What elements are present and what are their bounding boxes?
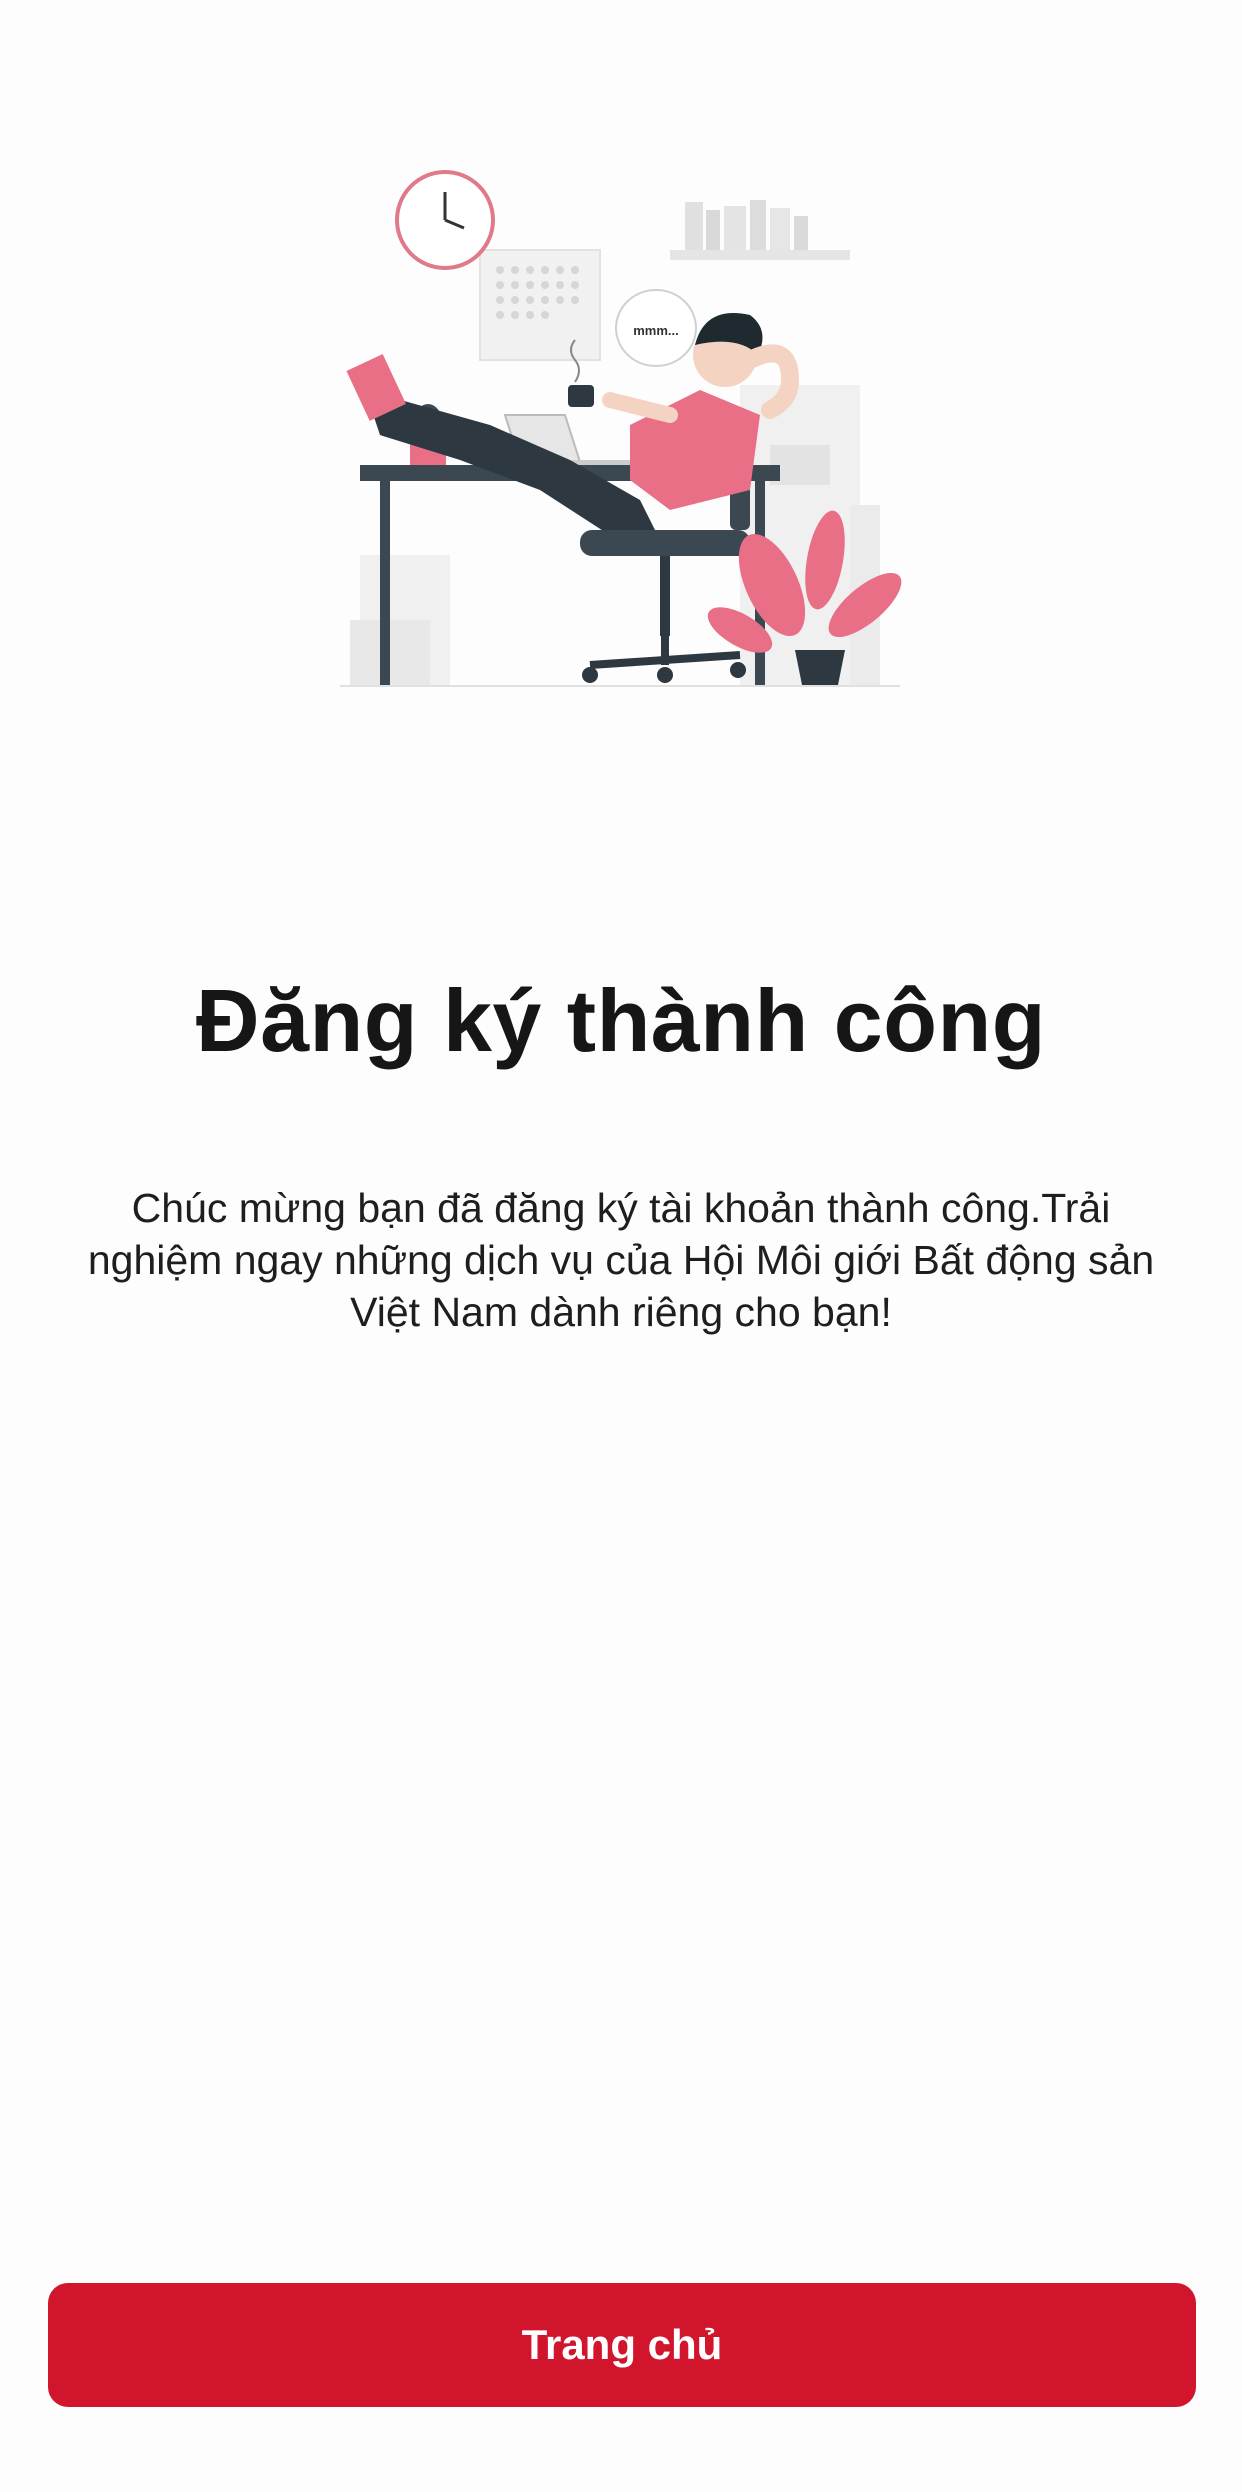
success-illustration: mmm...	[340, 160, 920, 700]
home-button[interactable]: Trang chủ	[48, 2283, 1196, 2407]
success-message: Chúc mừng bạn đã đăng ký tài khoản thành…	[87, 1185, 1155, 1335]
speech-bubble-text: mmm...	[633, 323, 679, 338]
page-title: Đăng ký thành công	[196, 971, 1046, 1070]
